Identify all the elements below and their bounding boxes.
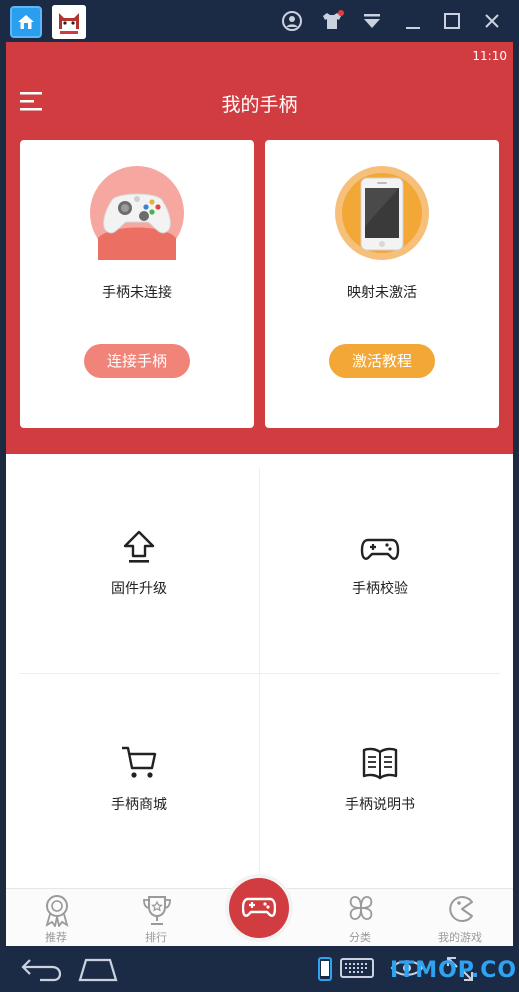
controller-manual-label: 手柄说明书	[345, 797, 415, 813]
activation-tutorial-button[interactable]: 激活教程	[329, 344, 435, 378]
controller-calibration-item[interactable]: 手柄校验	[260, 468, 500, 673]
keyboard-icon[interactable]	[340, 956, 374, 984]
phone-rotate-icon[interactable]	[316, 956, 334, 986]
emulator-top-bar	[0, 0, 519, 42]
status-time: 11:10	[472, 49, 507, 63]
close-icon[interactable]	[481, 10, 503, 32]
nav-category[interactable]: 分类	[320, 889, 400, 946]
nav-category-label: 分类	[349, 931, 371, 944]
page-title: 我的手柄	[221, 94, 298, 116]
upload-arrow-icon	[123, 530, 155, 563]
nav-recommend[interactable]: 推荐	[16, 889, 96, 946]
maximize-icon[interactable]	[441, 10, 463, 32]
dropdown-menu-icon[interactable]	[361, 10, 383, 32]
gamepad-illustration-icon	[98, 193, 176, 260]
pacman-icon	[449, 896, 473, 922]
watermark: ITMOP.COM	[390, 958, 519, 983]
nav-my-games[interactable]: 我的游戏	[420, 889, 500, 946]
home-nav-icon[interactable]	[78, 956, 118, 986]
app-avatar-icon	[52, 5, 86, 39]
minimize-icon[interactable]	[402, 10, 424, 32]
controller-store-item[interactable]: 手柄商城	[19, 674, 259, 879]
shopping-cart-icon	[122, 746, 157, 778]
category-icon	[349, 896, 373, 920]
function-grid: 固件升级 手柄校验 手柄商城 手柄说明书	[19, 468, 500, 888]
app-screen: 11:10 我的手柄 手柄未连接 连接手柄 映射未激活 激活教程 固件升级 手柄…	[6, 42, 513, 946]
controller-calibration-label: 手柄校验	[352, 581, 408, 597]
controller-manual-item[interactable]: 手柄说明书	[260, 674, 500, 879]
account-icon[interactable]	[281, 10, 303, 32]
medal-icon	[45, 895, 69, 927]
controller-store-label: 手柄商城	[111, 797, 167, 813]
controller-status-label: 手柄未连接	[102, 285, 172, 301]
app-tab-thumbnail[interactable]	[52, 5, 86, 39]
center-gamepad-button[interactable]	[225, 874, 293, 942]
phone-illustration	[335, 166, 429, 260]
firmware-upgrade-label: 固件升级	[111, 581, 167, 597]
controller-illustration	[90, 166, 184, 260]
status-bar: 11:10	[6, 42, 513, 70]
emulator-home-button[interactable]	[10, 6, 42, 38]
controller-status-card: 手柄未连接 连接手柄	[20, 140, 254, 428]
nav-ranking[interactable]: 排行	[116, 889, 196, 946]
gamepad-icon	[360, 538, 400, 560]
book-icon	[362, 747, 398, 780]
phone-illustration-icon	[342, 173, 422, 253]
mapping-status-card: 映射未激活 激活教程	[265, 140, 499, 428]
gamepad-icon	[242, 897, 276, 917]
mapping-status-label: 映射未激活	[347, 285, 417, 301]
nav-recommend-label: 推荐	[45, 931, 67, 944]
firmware-upgrade-item[interactable]: 固件升级	[19, 468, 259, 673]
home-icon	[18, 15, 34, 29]
trophy-icon	[143, 896, 171, 925]
back-icon[interactable]	[20, 956, 62, 986]
nav-my-games-label: 我的游戏	[438, 931, 482, 944]
nav-ranking-label: 排行	[145, 931, 167, 944]
theme-shirt-icon[interactable]	[320, 10, 344, 32]
connect-controller-button[interactable]: 连接手柄	[84, 344, 190, 378]
